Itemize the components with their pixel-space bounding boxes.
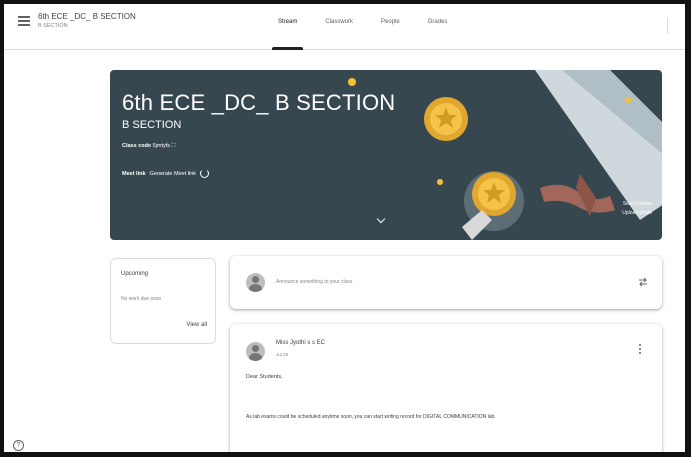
post-greeting: Dear Students, [246, 374, 283, 380]
upcoming-card: Upcoming No work due soon View all [110, 258, 216, 344]
post-date: Jul 28 [276, 352, 289, 357]
kebab-icon[interactable] [639, 344, 642, 354]
refresh-icon[interactable] [200, 169, 210, 178]
upcoming-empty: No work due soon [121, 296, 162, 302]
banner-customize[interactable]: Select theme Upload photo [622, 200, 652, 218]
class-subtitle: B SECTION [38, 23, 68, 29]
tab-classwork[interactable]: Classwork [311, 4, 367, 50]
banner-title: 6th ECE _DC_ B SECTION [122, 90, 396, 115]
post-body: As lab exams could be scheduled anytime … [246, 414, 496, 420]
class-code: Class code 5jmtyfs ⛶ [122, 143, 175, 150]
menu-icon[interactable] [18, 16, 30, 26]
meet-link: Meet link Generate Meet link [122, 169, 210, 178]
app-window: 6th ECE _DC_ B SECTION B SECTION Stream … [0, 0, 691, 457]
class-banner: 6th ECE _DC_ B SECTION B SECTION Class c… [110, 70, 662, 240]
view-all-link[interactable]: View all [186, 322, 207, 328]
help-icon[interactable]: ? [13, 440, 24, 451]
announce-placeholder[interactable]: Announce something to your class [276, 279, 352, 285]
stream-post: Miss Jyothi s s EC Jul 28 Dear Students,… [230, 324, 662, 452]
meet-link-value[interactable]: Generate Meet link [150, 171, 196, 177]
tab-people[interactable]: People [367, 4, 414, 50]
banner-section: B SECTION [122, 119, 182, 131]
class-title[interactable]: 6th ECE _DC_ B SECTION [38, 12, 136, 21]
select-theme-link[interactable]: Select theme [622, 200, 652, 209]
avatar [246, 342, 265, 361]
tab-stream[interactable]: Stream [264, 4, 311, 50]
post-author: Miss Jyothi s s EC [276, 340, 326, 346]
upload-photo-link[interactable]: Upload photo [622, 209, 652, 218]
header-edge [667, 18, 677, 34]
meet-link-label: Meet link [122, 170, 146, 177]
tab-grades[interactable]: Grades [414, 4, 462, 50]
upcoming-title: Upcoming [121, 271, 149, 277]
class-code-value[interactable]: 5jmtyfs [153, 143, 170, 149]
tab-bar: Stream Classwork People Grades [264, 4, 461, 50]
announce-box[interactable]: Announce something to your class [230, 256, 662, 309]
repost-icon[interactable] [638, 277, 648, 287]
top-bar: 6th ECE _DC_ B SECTION B SECTION Stream … [4, 4, 685, 50]
copy-icon[interactable]: ⛶ [172, 143, 176, 149]
class-code-label: Class code [122, 143, 152, 149]
avatar [246, 273, 265, 292]
